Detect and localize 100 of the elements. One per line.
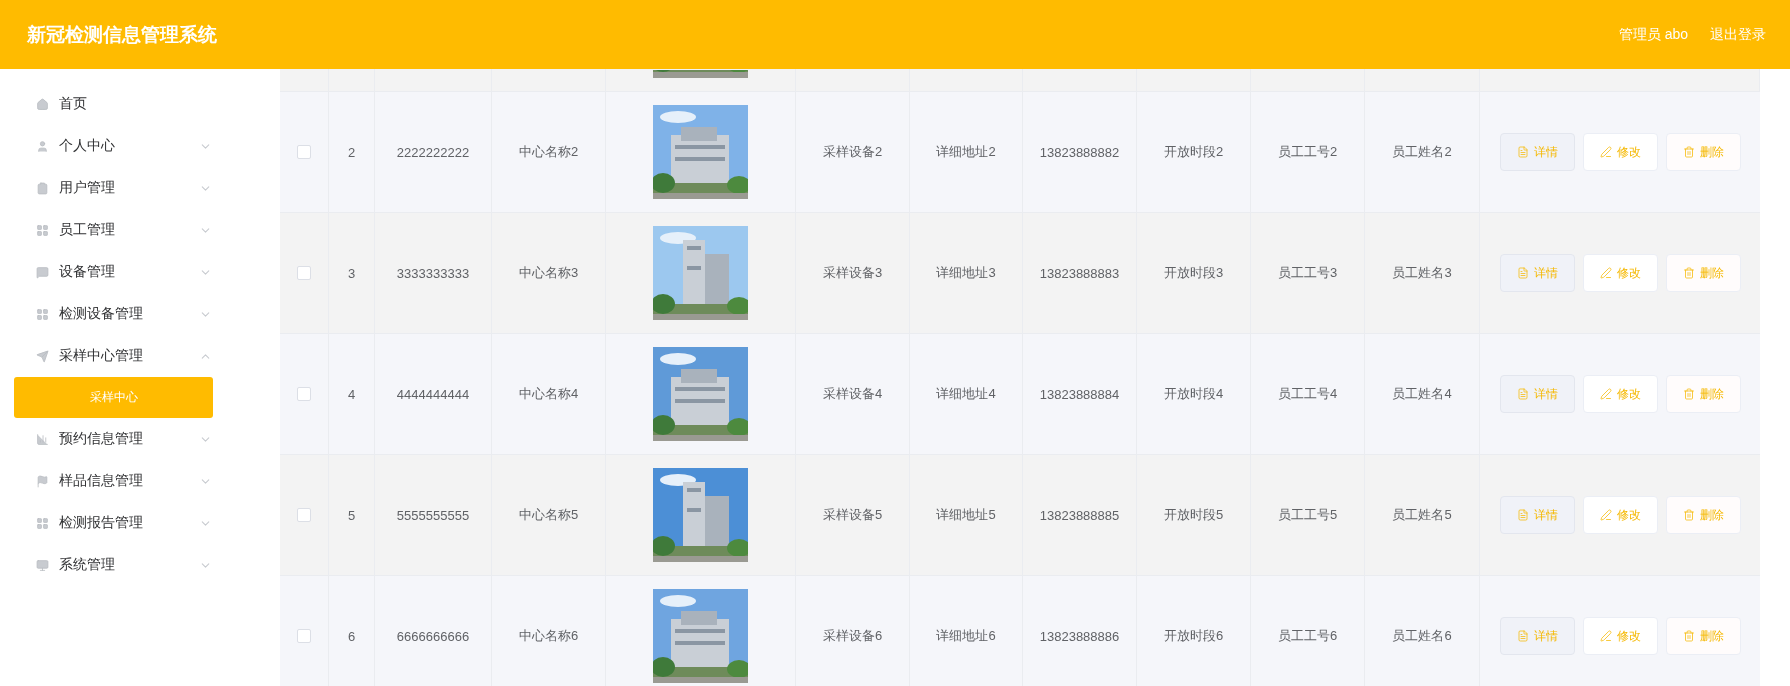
table-cell: 采样设备5: [822, 506, 883, 524]
edit-button[interactable]: 修改: [1583, 133, 1658, 171]
pencil-icon: [1600, 146, 1612, 158]
flag-icon: [36, 474, 49, 488]
table-cell: 员工工号3: [1277, 264, 1338, 282]
table-cell: 13823888886: [1039, 628, 1120, 644]
table-cell: 员工姓名3: [1392, 264, 1452, 282]
details-button[interactable]: 详情: [1500, 375, 1575, 413]
row-checkbox[interactable]: [297, 145, 311, 159]
table-cell: 中心名称5: [518, 506, 579, 524]
delete-button[interactable]: 删除: [1666, 617, 1741, 655]
grid-icon: [36, 516, 49, 530]
details-button[interactable]: 详情: [1500, 133, 1575, 171]
edit-button[interactable]: 修改: [1583, 617, 1658, 655]
menu-item[interactable]: 采样中心管理: [0, 335, 280, 377]
table-cell: 6666666666: [396, 628, 470, 644]
chat-icon: [36, 265, 49, 279]
table-cell: 员工姓名5: [1392, 506, 1452, 524]
row-checkbox[interactable]: [297, 629, 311, 643]
table-cell: 13823888885: [1039, 507, 1120, 523]
menu-item[interactable]: 检测报告管理: [0, 502, 280, 544]
table-cell: 员工工号5: [1277, 506, 1338, 524]
table-cell: 中心名称4: [518, 385, 579, 403]
edit-button[interactable]: 修改: [1583, 375, 1658, 413]
menu-item[interactable]: 检测设备管理: [0, 293, 280, 335]
menu-item[interactable]: 首页: [0, 83, 280, 125]
table-cell: 详细地址6: [936, 627, 996, 645]
row-index: 3: [347, 265, 356, 281]
home-icon: [36, 97, 49, 111]
row-checkbox[interactable]: [297, 387, 311, 401]
menu-item[interactable]: 样品信息管理: [0, 460, 280, 502]
delete-button[interactable]: 删除: [1666, 496, 1741, 534]
table-cell: 5555555555: [396, 507, 470, 523]
table-cell: 员工工号2: [1277, 143, 1338, 161]
table-cell: 4444444444: [396, 386, 470, 402]
table-cell: 采样设备2: [822, 143, 883, 161]
menu-item[interactable]: 系统管理: [0, 544, 280, 586]
details-button[interactable]: 详情: [1500, 496, 1575, 534]
table-cell: 13823888883: [1039, 265, 1120, 281]
row-checkbox[interactable]: [297, 508, 311, 522]
menu-item[interactable]: 用户管理: [0, 167, 280, 209]
trash-icon: [1683, 388, 1695, 400]
table-cell: 开放时段5: [1163, 506, 1224, 524]
table-cell: 中心名称2: [518, 143, 579, 161]
submenu-item[interactable]: 采样中心: [14, 377, 213, 418]
monitor-icon: [36, 558, 49, 572]
row-checkbox[interactable]: [297, 266, 311, 280]
table-cell: 13823888884: [1039, 386, 1120, 402]
table-cell: 开放时段6: [1163, 627, 1224, 645]
table-cell: 中心名称3: [518, 264, 579, 282]
grid-icon: [36, 307, 49, 321]
trash-icon: [1683, 509, 1695, 521]
table-cell: 详细地址5: [936, 506, 996, 524]
clipboard-icon: [36, 181, 49, 195]
table-cell: 中心名称6: [518, 627, 579, 645]
delete-button[interactable]: 删除: [1666, 133, 1741, 171]
table-cell: 开放时段2: [1163, 143, 1224, 161]
trash-icon: [1683, 267, 1695, 279]
edit-button[interactable]: 修改: [1583, 254, 1658, 292]
row-index: 5: [347, 507, 356, 523]
app-title: 新冠检测信息管理系统: [27, 22, 217, 47]
table-cell: 员工姓名4: [1392, 385, 1452, 403]
menu-item[interactable]: 预约信息管理: [0, 418, 280, 460]
table-cell: 员工工号6: [1277, 627, 1338, 645]
trash-icon: [1683, 630, 1695, 642]
table-cell: 开放时段4: [1163, 385, 1224, 403]
menu-item[interactable]: 设备管理: [0, 251, 280, 293]
document-icon: [1517, 388, 1529, 400]
table-cell: 员工工号4: [1277, 385, 1338, 403]
table-cell: 采样设备6: [822, 627, 883, 645]
table-cell: 详细地址3: [936, 264, 996, 282]
table-cell: 详细地址4: [936, 385, 996, 403]
document-icon: [1517, 630, 1529, 642]
document-icon: [1517, 267, 1529, 279]
paper-plane-icon: [36, 349, 49, 363]
pencil-icon: [1600, 388, 1612, 400]
row-index: 2: [347, 144, 356, 160]
table-cell: 采样设备4: [822, 385, 883, 403]
trash-icon: [1683, 146, 1695, 158]
bar-chart-icon: [36, 432, 49, 446]
details-button[interactable]: 详情: [1500, 254, 1575, 292]
logout-link[interactable]: 退出登录: [1710, 25, 1766, 44]
pencil-icon: [1600, 509, 1612, 521]
table-cell: 员工姓名6: [1392, 627, 1452, 645]
table-cell: 3333333333: [396, 265, 470, 281]
table-cell: 开放时段3: [1163, 264, 1224, 282]
table-cell: 员工姓名2: [1392, 143, 1452, 161]
delete-button[interactable]: 删除: [1666, 254, 1741, 292]
menu-item[interactable]: 员工管理: [0, 209, 280, 251]
document-icon: [1517, 509, 1529, 521]
delete-button[interactable]: 删除: [1666, 375, 1741, 413]
table-cell: 2222222222: [396, 144, 470, 160]
details-button[interactable]: 详情: [1500, 617, 1575, 655]
user-label: 管理员 abo: [1618, 25, 1688, 44]
edit-button[interactable]: 修改: [1583, 496, 1658, 534]
pencil-icon: [1600, 630, 1612, 642]
row-index: 6: [347, 628, 356, 644]
menu-item[interactable]: 个人中心: [0, 125, 280, 167]
table-cell: 13823888882: [1039, 144, 1120, 160]
pencil-icon: [1600, 267, 1612, 279]
